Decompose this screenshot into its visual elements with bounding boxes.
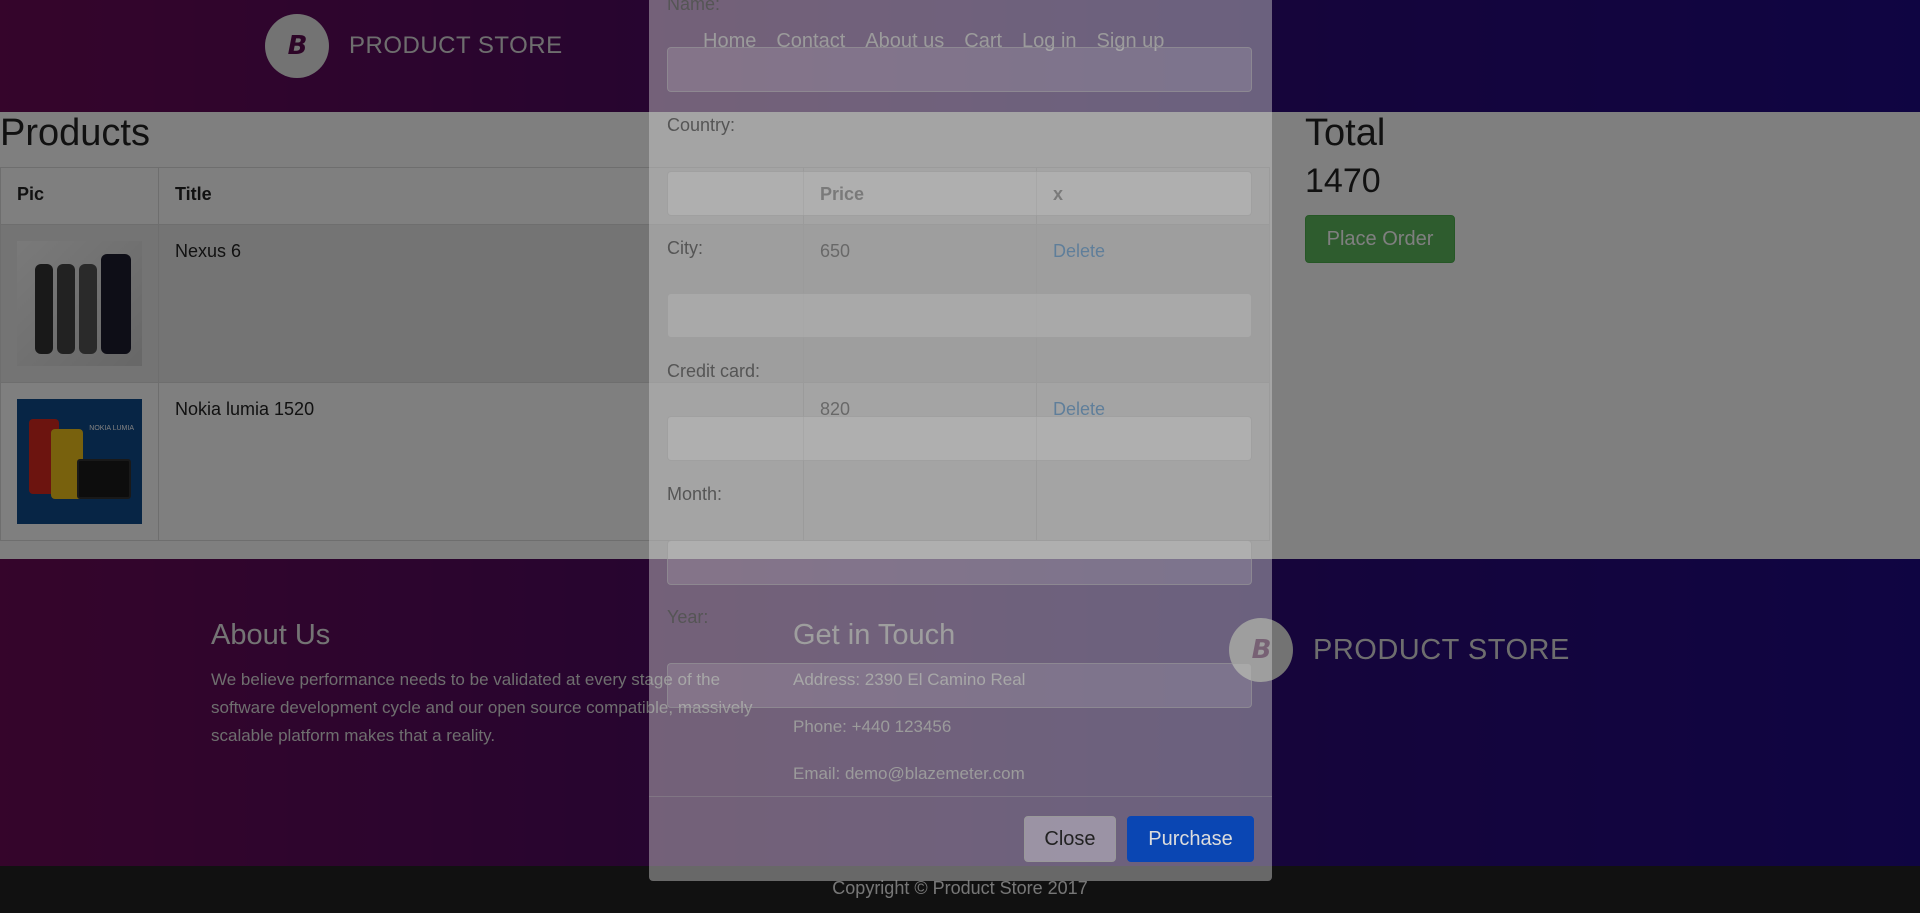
modal-footer-divider <box>649 796 1272 797</box>
year-label: Year: <box>667 607 709 627</box>
name-input[interactable] <box>667 47 1252 92</box>
city-label: City: <box>667 238 703 258</box>
country-label: Country: <box>667 115 736 135</box>
purchase-button[interactable]: Purchase <box>1127 816 1254 862</box>
place-order-modal: Name: Country: City: Credit card: Month:… <box>649 0 1272 881</box>
country-input[interactable] <box>667 171 1252 216</box>
month-label: Month: <box>667 484 723 504</box>
card-label: Credit card: <box>667 361 761 381</box>
card-input[interactable] <box>667 416 1252 461</box>
month-input[interactable] <box>667 540 1252 585</box>
name-label: Name: <box>667 0 721 14</box>
year-input[interactable] <box>667 663 1252 708</box>
city-input[interactable] <box>667 293 1252 338</box>
close-button[interactable]: Close <box>1024 816 1116 862</box>
